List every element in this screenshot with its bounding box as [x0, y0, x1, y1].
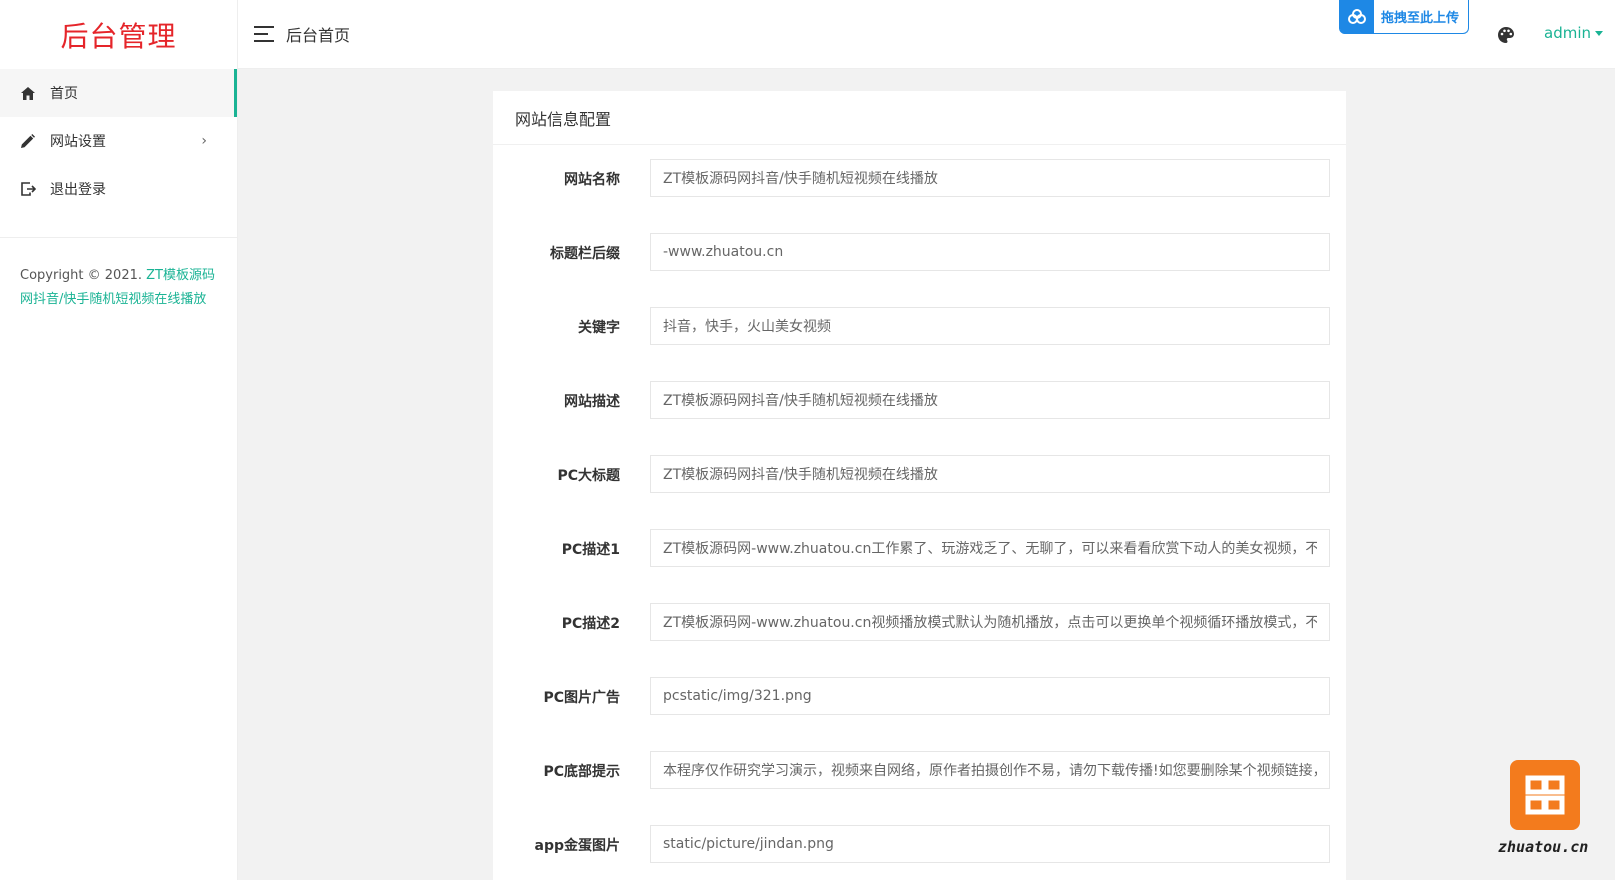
pc-image-ad-input[interactable]: [650, 677, 1330, 715]
copyright-text: Copyright © 2021.: [20, 268, 147, 283]
watermark-site-text: zhuatou.cn: [1498, 838, 1589, 856]
sidebar-item-site-settings[interactable]: 网站设置 ›: [0, 117, 237, 165]
pc-headline-input[interactable]: [650, 455, 1330, 493]
field-label: PC图片广告: [543, 690, 620, 706]
menu-toggle-icon[interactable]: [254, 26, 274, 42]
pc-desc-1-input[interactable]: [650, 529, 1330, 567]
card-title: 网站信息配置: [493, 91, 1346, 145]
upload-label: 拖拽至此上传: [1381, 11, 1460, 26]
field-label: 网站描述: [564, 394, 620, 410]
field-label: PC描述2: [561, 616, 620, 632]
sidebar-nav: 首页 网站设置 › 退出登录: [0, 69, 237, 213]
watermark: zhuatou.cn: [1498, 760, 1610, 870]
form-row-keywords: 关键字: [493, 307, 1346, 347]
app-egg-image-input[interactable]: [650, 825, 1330, 863]
site-name-input[interactable]: [650, 159, 1330, 197]
top-header: 后台首页 拖拽至此上传 admin: [238, 0, 1615, 69]
form-row-pc-desc-1: PC描述1: [493, 529, 1346, 569]
form-row-site-description: 网站描述: [493, 381, 1346, 421]
form-row-title-suffix: 标题栏后缀: [493, 233, 1346, 273]
field-label: 网站名称: [564, 172, 620, 188]
sidebar-item-logout[interactable]: 退出登录: [0, 165, 237, 213]
page-title: 后台首页: [286, 26, 351, 45]
field-label: PC大标题: [557, 468, 620, 484]
field-label: 关键字: [578, 320, 620, 336]
caret-down-icon: [1595, 31, 1603, 36]
sidebar-item-label: 退出登录: [50, 182, 106, 198]
site-config-card: 网站信息配置 网站名称 标题栏后缀 关键字 网站描述 PC大标题 PC描述1 P…: [493, 91, 1346, 880]
title-suffix-input[interactable]: [650, 233, 1330, 271]
pc-desc-2-input[interactable]: [650, 603, 1330, 641]
home-icon: [20, 85, 36, 101]
cloud-icon: [1340, 0, 1374, 34]
drag-upload-button[interactable]: 拖拽至此上传: [1339, 0, 1469, 34]
field-label: PC底部提示: [543, 764, 620, 780]
field-label: app金蛋图片: [534, 838, 621, 854]
palette-icon[interactable]: [1497, 26, 1515, 44]
watermark-logo-icon: [1510, 760, 1580, 830]
form-row-pc-headline: PC大标题: [493, 455, 1346, 495]
site-description-input[interactable]: [650, 381, 1330, 419]
form-row-pc-footer-note: PC底部提示: [493, 751, 1346, 791]
form-row-pc-desc-2: PC描述2: [493, 603, 1346, 643]
sidebar: 后台管理 首页 网站设置 › 退出登录 Copyright © 2021. ZT…: [0, 0, 238, 880]
app-logo[interactable]: 后台管理: [0, 0, 237, 69]
copyright: Copyright © 2021. ZT模板源码网抖音/快手随机短视频在线播放: [0, 238, 237, 338]
pc-footer-note-input[interactable]: [650, 751, 1330, 789]
logout-icon: [20, 181, 36, 197]
form-row-pc-image-ad: PC图片广告: [493, 677, 1346, 717]
pencil-icon: [20, 133, 36, 149]
chevron-right-icon: ›: [201, 133, 207, 149]
field-label: 标题栏后缀: [550, 246, 620, 262]
sidebar-item-label: 首页: [50, 86, 78, 102]
field-label: PC描述1: [561, 542, 620, 558]
keywords-input[interactable]: [650, 307, 1330, 345]
form-row-app-egg-image: app金蛋图片: [493, 825, 1346, 865]
user-name: admin: [1544, 24, 1591, 42]
form-row-site-name: 网站名称: [493, 159, 1346, 199]
sidebar-item-label: 网站设置: [50, 134, 106, 150]
sidebar-item-home[interactable]: 首页: [0, 69, 237, 117]
user-menu[interactable]: admin: [1544, 24, 1603, 42]
